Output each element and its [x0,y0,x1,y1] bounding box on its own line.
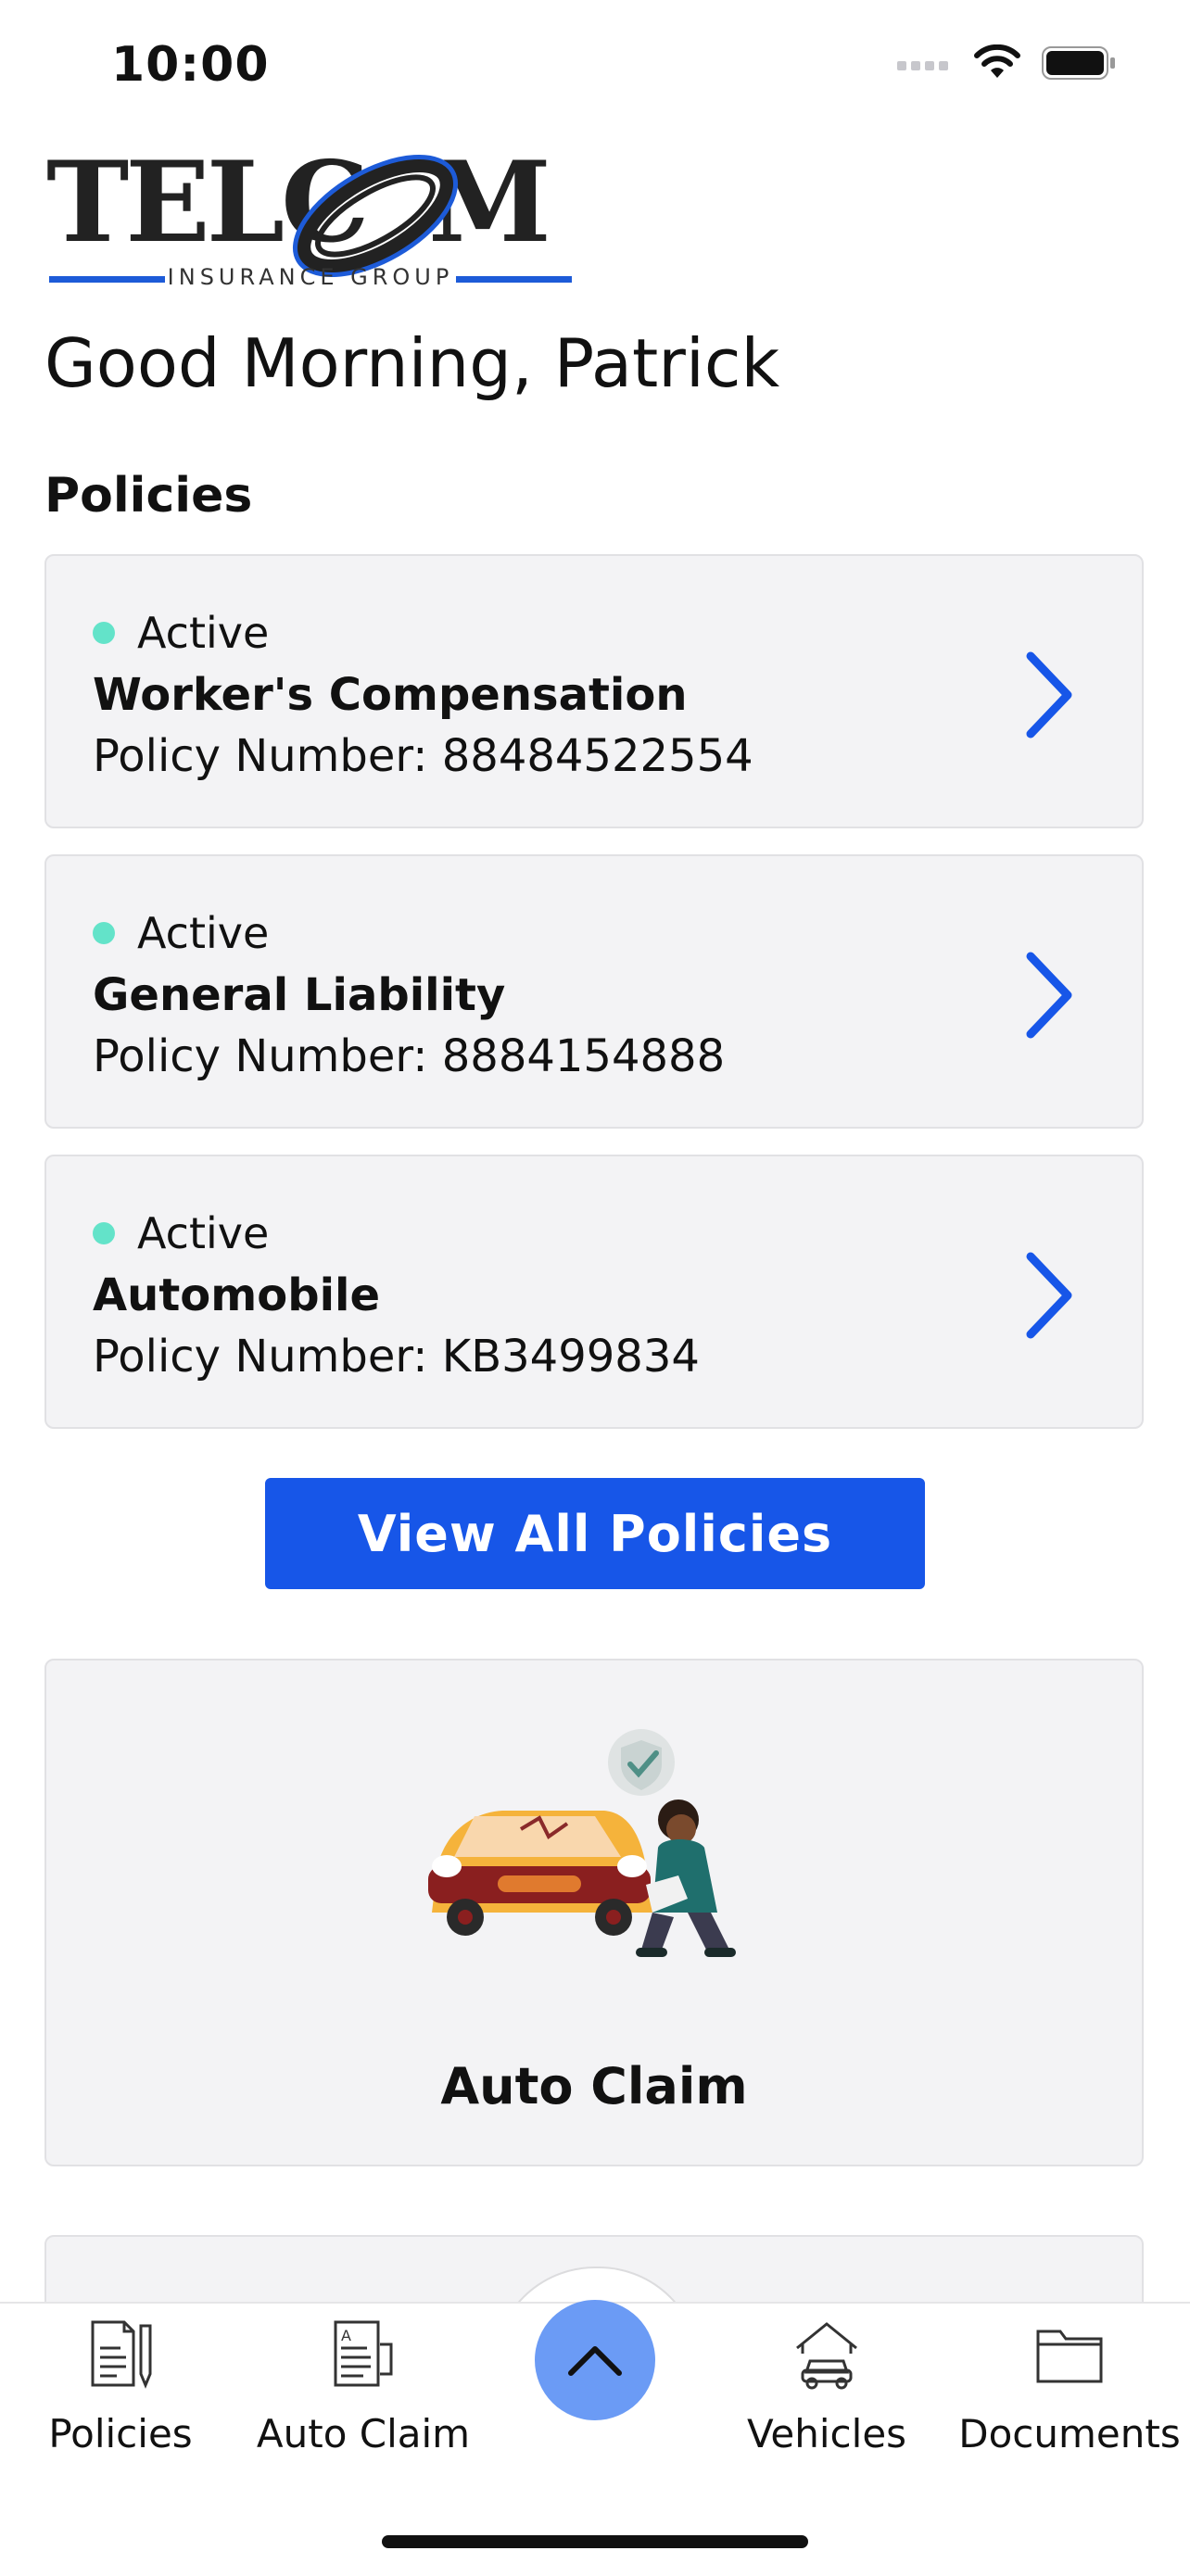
telcom-logo: TELC M INSURANCE GROUP [46,134,575,297]
tab-policies[interactable]: Policies [0,2317,241,2456]
policy-status-label: Active [137,608,270,658]
vehicles-icon [796,2322,857,2390]
tab-label: Documents [958,2411,1181,2456]
auto-claim-illustration [428,1729,736,1957]
policy-card-general-liability[interactable]: Active General Liability Policy Number: … [44,854,1144,1129]
tab-vehicles[interactable]: Vehicles [706,2317,947,2456]
expand-menu-button[interactable] [535,2300,655,2420]
chevron-right-icon[interactable] [1021,949,1077,1042]
policy-name: Automobile [93,1269,381,1321]
policy-status: Active [93,908,269,958]
documents-icon [1036,2330,1103,2383]
policy-card-workers-compensation[interactable]: Active Worker's Compensation Policy Numb… [44,554,1144,828]
chevron-right-icon[interactable] [1021,649,1077,741]
policy-status: Active [93,1208,269,1258]
chevron-right-icon[interactable] [1021,1249,1077,1342]
wifi-icon [974,44,1020,78]
status-dot [93,922,115,944]
greeting-heading: Good Morning, Patrick [44,324,780,402]
battery-icon [1042,46,1115,80]
policy-number: Policy Number: 8884154888 [93,1030,726,1082]
tab-auto-claim[interactable]: A Auto Claim [243,2317,484,2456]
policies-section-title: Policies [44,468,253,524]
status-dot [93,1222,115,1244]
policy-status-label: Active [137,1208,270,1258]
status-icons [897,44,1116,82]
status-dot [93,622,115,644]
policy-number: Policy Number: KB3499834 [93,1331,700,1383]
auto-claim-label: Auto Claim [440,2057,748,2115]
tab-label: Policies [48,2411,193,2456]
policies-icon [91,2320,152,2389]
svg-text:A: A [341,2327,351,2344]
policy-number: Policy Number: 88484522554 [93,730,753,782]
view-all-policies-button[interactable]: View All Policies [265,1478,925,1589]
status-bar: 10:00 [0,0,1190,139]
policy-status: Active [93,608,269,658]
policy-card-automobile[interactable]: Active Automobile Policy Number: KB34998… [44,1155,1144,1429]
logo-subtext: INSURANCE GROUP [168,264,454,290]
auto-claim-card[interactable]: Auto Claim [44,1659,1144,2166]
policy-name: Worker's Compensation [93,669,688,721]
tab-documents[interactable]: Documents [949,2317,1190,2456]
tab-label: Vehicles [746,2411,907,2456]
home-indicator[interactable] [382,2535,808,2548]
tab-label: Auto Claim [256,2411,471,2456]
status-time: 10:00 [111,37,270,93]
chevron-up-icon [568,2346,622,2376]
policy-status-label: Active [137,908,270,958]
policy-name: General Liability [93,969,506,1021]
cellular-signal-icon [897,61,948,70]
auto-claim-icon: A [334,2320,393,2387]
